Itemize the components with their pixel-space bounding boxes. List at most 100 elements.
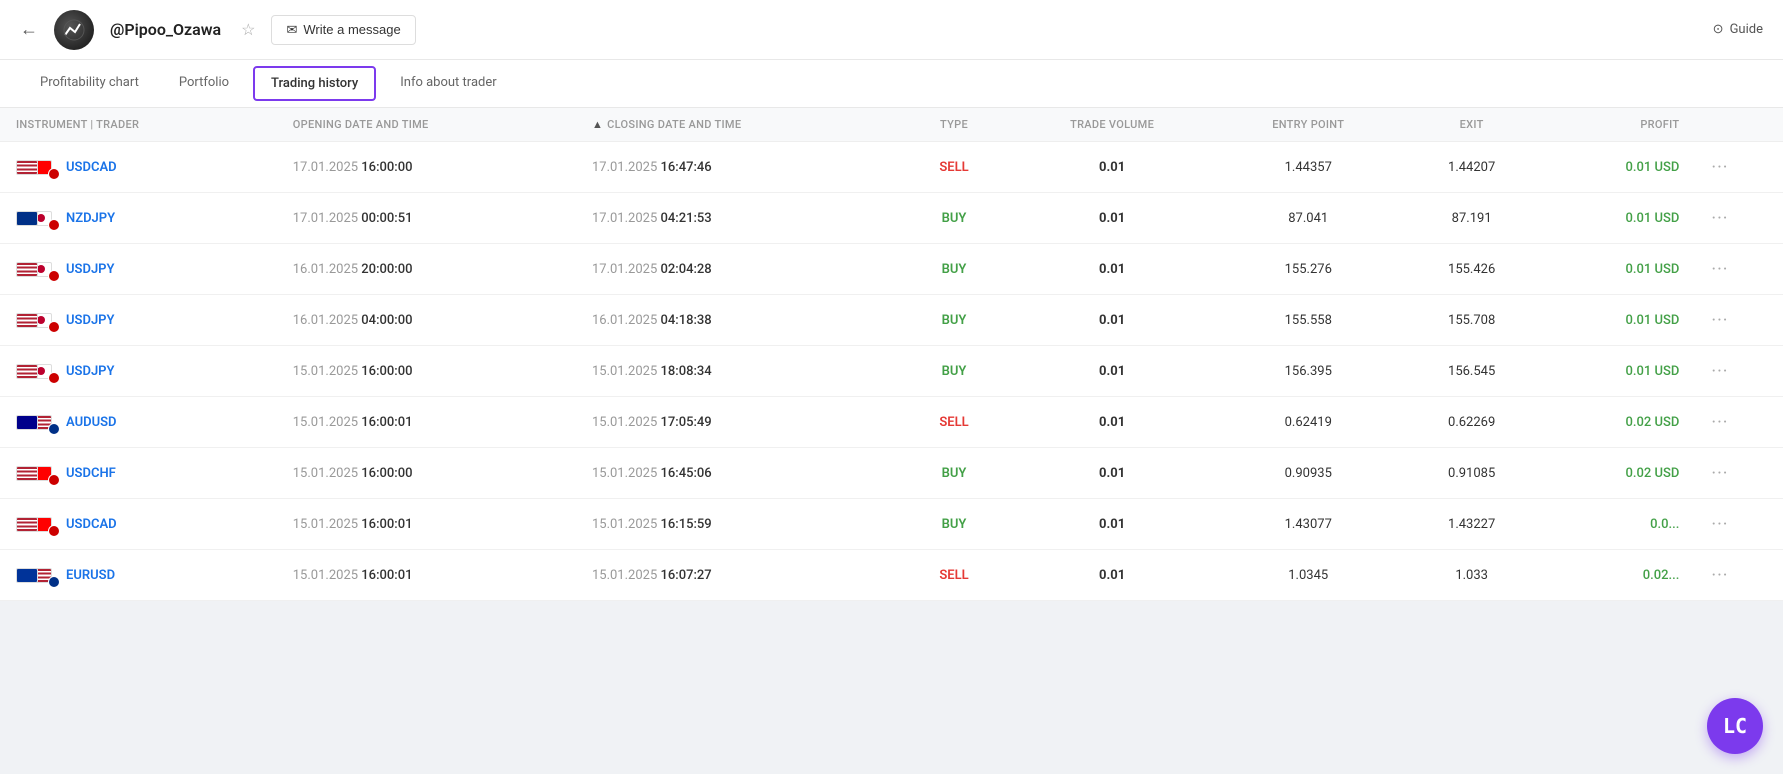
opening-time-1: 00:00:51 [361,211,412,226]
more-options-button-4[interactable]: ··· [1711,361,1728,382]
cell-more-3[interactable]: ··· [1695,295,1783,346]
back-button[interactable]: ← [20,19,38,40]
entry-point-2: 155.276 [1285,262,1332,277]
guide-button[interactable]: ⊙ Guide [1713,22,1763,37]
tab-portfolio[interactable]: Portfolio [159,61,249,106]
flag1-0 [16,160,38,175]
dot-flag-0 [48,168,60,180]
cell-more-0[interactable]: ··· [1695,142,1783,193]
opening-time-6: 16:00:00 [361,466,412,481]
col-header-instrument: INSTRUMENT | TRADER [0,108,277,142]
flags-6 [16,462,58,484]
more-options-button-5[interactable]: ··· [1711,412,1728,433]
cell-more-4[interactable]: ··· [1695,346,1783,397]
more-options-button-7[interactable]: ··· [1711,514,1728,535]
more-options-button-6[interactable]: ··· [1711,463,1728,484]
cell-exit-7: 1.43227 [1401,499,1542,550]
cell-volume-5: 0.01 [1009,397,1216,448]
cell-opening-1: 17.01.2025 00:00:51 [277,193,576,244]
cell-opening-0: 17.01.2025 16:00:00 [277,142,576,193]
cell-closing-0: 17.01.2025 16:47:46 [576,142,899,193]
cell-profit-4: 0.01 USD [1542,346,1695,397]
cell-exit-5: 0.62269 [1401,397,1542,448]
entry-point-8: 1.0345 [1288,568,1328,583]
instrument-name-6[interactable]: USDCHF [66,466,116,481]
instrument-name-3[interactable]: USDJPY [66,313,115,328]
closing-time-6: 16:45:06 [661,466,712,481]
opening-date-5: 15.01.2025 [293,415,358,430]
trading-history-table-container: INSTRUMENT | TRADER OPENING DATE AND TIM… [0,108,1783,601]
tab-profitability[interactable]: Profitability chart [20,61,159,106]
cell-opening-3: 16.01.2025 04:00:00 [277,295,576,346]
dot-flag-1 [48,219,60,231]
trade-volume-1: 0.01 [1099,211,1125,226]
closing-time-1: 04:21:53 [661,211,712,226]
instrument-name-1[interactable]: NZDJPY [66,211,115,226]
username[interactable]: @Pipoo_Ozawa [110,20,221,39]
instrument-name-5[interactable]: AUDUSD [66,415,117,430]
top-bar: ← @Pipoo_Ozawa ☆ ✉ Write a message ⊙ Gui… [0,0,1783,60]
closing-date-8: 15.01.2025 [592,568,657,583]
flags-5 [16,411,58,433]
cell-more-5[interactable]: ··· [1695,397,1783,448]
flag1-8 [16,568,38,583]
cell-exit-3: 155.708 [1401,295,1542,346]
cell-volume-4: 0.01 [1009,346,1216,397]
cell-profit-2: 0.01 USD [1542,244,1695,295]
instrument-name-4[interactable]: USDJPY [66,364,115,379]
guide-icon: ⊙ [1713,22,1724,37]
instrument-name-0[interactable]: USDCAD [66,160,117,175]
bottom-logo[interactable]: LC [1707,698,1763,754]
closing-time-7: 16:15:59 [661,517,712,532]
closing-time-4: 18:08:34 [661,364,712,379]
closing-date-4: 15.01.2025 [592,364,657,379]
cell-more-1[interactable]: ··· [1695,193,1783,244]
col-header-entry: ENTRY POINT [1215,108,1401,142]
avatar [54,10,94,50]
closing-date-5: 15.01.2025 [592,415,657,430]
instrument-name-8[interactable]: EURUSD [66,568,115,583]
star-icon[interactable]: ☆ [241,20,255,39]
write-message-button[interactable]: ✉ Write a message [271,15,415,45]
cell-type-6: BUY [899,448,1008,499]
trade-volume-3: 0.01 [1099,313,1125,328]
opening-time-4: 16:00:00 [361,364,412,379]
closing-date-0: 17.01.2025 [592,160,657,175]
exit-point-4: 156.545 [1448,364,1495,379]
instrument-name-7[interactable]: USDCAD [66,517,117,532]
cell-exit-1: 87.191 [1401,193,1542,244]
closing-date-3: 16.01.2025 [592,313,657,328]
trade-type-3: BUY [942,313,967,328]
trade-type-4: BUY [942,364,967,379]
cell-exit-2: 155.426 [1401,244,1542,295]
profit-value-8: 0.02... [1643,568,1680,583]
table-row: USDCAD 15.01.2025 16:00:01 15.01.2025 16… [0,499,1783,550]
col-header-actions [1695,108,1783,142]
trade-type-2: BUY [942,262,967,277]
trade-type-6: BUY [942,466,967,481]
cell-type-5: SELL [899,397,1008,448]
tab-info-about-trader[interactable]: Info about trader [380,61,516,106]
cell-more-7[interactable]: ··· [1695,499,1783,550]
logo-symbol: LC [1723,714,1747,738]
cell-more-6[interactable]: ··· [1695,448,1783,499]
col-header-closing[interactable]: ▲ CLOSING DATE AND TIME [576,108,899,142]
avatar-image [54,10,94,50]
col-header-volume: TRADE VOLUME [1009,108,1216,142]
tab-trading-history[interactable]: Trading history [253,66,376,101]
more-options-button-8[interactable]: ··· [1711,565,1728,586]
cell-closing-2: 17.01.2025 02:04:28 [576,244,899,295]
cell-profit-3: 0.01 USD [1542,295,1695,346]
table-row: USDJPY 15.01.2025 16:00:00 15.01.2025 18… [0,346,1783,397]
cell-opening-2: 16.01.2025 20:00:00 [277,244,576,295]
cell-more-8[interactable]: ··· [1695,550,1783,601]
opening-date-4: 15.01.2025 [293,364,358,379]
cell-more-2[interactable]: ··· [1695,244,1783,295]
more-options-button-2[interactable]: ··· [1711,259,1728,280]
instrument-name-2[interactable]: USDJPY [66,262,115,277]
profit-value-0: 0.01 USD [1626,160,1680,175]
more-options-button-0[interactable]: ··· [1711,157,1728,178]
more-options-button-1[interactable]: ··· [1711,208,1728,229]
col-header-opening[interactable]: OPENING DATE AND TIME [277,108,576,142]
more-options-button-3[interactable]: ··· [1711,310,1728,331]
